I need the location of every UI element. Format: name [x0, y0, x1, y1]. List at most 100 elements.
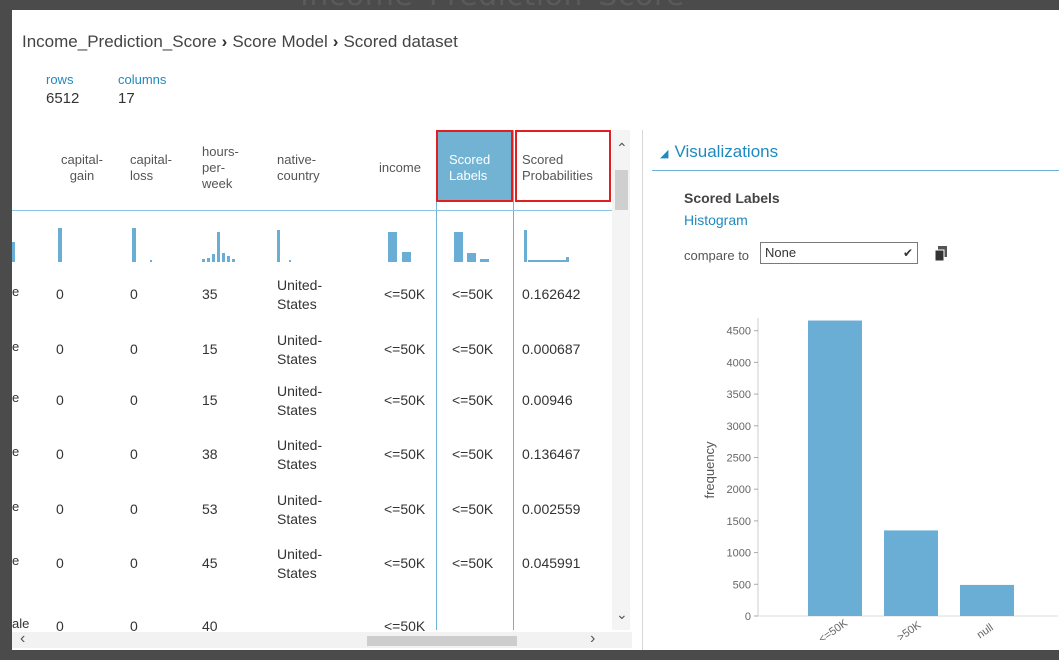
rows-stat: rows 6512 [46, 72, 79, 107]
cell-scored-probabilities: 0.045991 [522, 555, 581, 571]
cell-capital-gain: 0 [56, 555, 64, 571]
cell-hours-per-week: 15 [202, 392, 218, 408]
y-tick-label: 500 [733, 579, 751, 591]
x-tick-label: null [975, 622, 996, 640]
mini-histogram-native-country[interactable] [277, 222, 307, 262]
mini-histogram-hours-per-week[interactable] [202, 222, 247, 262]
mini-histogram-capital-gain[interactable] [58, 222, 78, 262]
breadcrumb-item-module[interactable]: Score Model [232, 32, 327, 51]
data-table: capital- gain capital- loss hours- per- … [12, 130, 632, 648]
y-tick-label: 4000 [727, 357, 751, 369]
cell-scored-labels: <=50K [452, 286, 494, 302]
truncated-cell: e [12, 339, 20, 354]
chart-type-link[interactable]: Histogram [684, 212, 748, 228]
cell-capital-loss: 0 [130, 446, 138, 462]
truncated-cell: e [12, 284, 20, 299]
cell-native-country: United- States [277, 437, 323, 472]
column-header-capital-loss[interactable]: capital- loss [130, 152, 190, 184]
truncated-cell: e [12, 444, 20, 459]
cell-income: <=50K [384, 555, 426, 571]
visualizations-title: Visualizations [674, 142, 779, 161]
column-header-income[interactable]: income [370, 160, 430, 176]
scroll-down-icon[interactable]: ⌄ [616, 606, 628, 623]
scroll-up-icon[interactable]: ⌃ [616, 140, 628, 157]
cell-capital-gain: 0 [56, 341, 64, 357]
breadcrumb: Income_Prediction_Score › Score Model › Scor… [22, 32, 458, 52]
x-tick-label: <=50K [817, 617, 851, 640]
y-tick-label: 1000 [727, 548, 751, 560]
mini-histogram-scored-labels[interactable] [454, 222, 494, 262]
cell-scored-probabilities: 0.000687 [522, 341, 581, 357]
cell-scored-labels: <=50K [452, 555, 494, 571]
column-header-label: hours- per- week [202, 144, 239, 191]
x-tick-label: >50K [895, 619, 924, 640]
column-header-native-country[interactable]: native- country [277, 152, 347, 184]
cell-hours-per-week: 35 [202, 286, 218, 302]
visualized-column-name: Scored Labels [684, 190, 780, 206]
column-header-capital-gain[interactable]: capital- gain [52, 152, 112, 184]
y-tick-label: 2000 [727, 484, 751, 496]
histogram-bar[interactable] [960, 584, 1014, 616]
y-axis-label: frequency [702, 441, 717, 499]
horizontal-scroll-thumb[interactable] [367, 636, 517, 646]
cell-income: <=50K [384, 446, 426, 462]
scroll-right-icon[interactable]: › [590, 630, 595, 648]
visualizations-header[interactable]: ◢ Visualizations [660, 142, 778, 162]
vertical-scroll-thumb[interactable] [615, 170, 628, 210]
y-tick-label: 2500 [727, 452, 751, 464]
panel-divider [642, 130, 643, 650]
collapse-triangle-icon: ◢ [660, 148, 669, 160]
histogram-bar[interactable] [808, 320, 862, 616]
cell-capital-loss: 0 [130, 501, 138, 517]
cell-income: <=50K [384, 341, 426, 357]
cell-income: <=50K [384, 392, 426, 408]
chevron-down-icon: ✔ [902, 246, 913, 260]
cell-hours-per-week: 53 [202, 501, 218, 517]
cell-capital-gain: 0 [56, 501, 64, 517]
copy-icon[interactable] [934, 246, 948, 262]
cell-capital-gain: 0 [56, 286, 64, 302]
mini-histogram-cut[interactable] [12, 222, 26, 262]
cell-hours-per-week: 38 [202, 446, 218, 462]
cell-native-country: United- States [277, 492, 323, 527]
cell-native-country: United- States [277, 277, 323, 312]
column-header-hours-per-week[interactable]: hours- per- week [202, 144, 262, 192]
cell-scored-probabilities: 0.136467 [522, 446, 581, 462]
column-header-label: native- country [277, 152, 320, 183]
scroll-left-icon[interactable]: ‹ [20, 630, 25, 648]
column-header-label: income [379, 160, 421, 175]
y-tick-label: 0 [745, 611, 751, 623]
header-divider [12, 210, 612, 211]
cell-income: <=50K [384, 501, 426, 517]
truncated-cell: e [12, 553, 20, 568]
highlight-box-scored-probabilities [515, 130, 611, 202]
rows-value: 6512 [46, 90, 80, 107]
truncated-cell: e [12, 390, 20, 405]
cell-hours-per-week: 45 [202, 555, 218, 571]
cell-income: <=50K [384, 286, 426, 302]
cell-hours-per-week: 15 [202, 341, 218, 357]
cell-native-country: United- States [277, 383, 323, 418]
histogram-bar[interactable] [884, 530, 938, 616]
breadcrumb-item-experiment[interactable]: Income_Prediction_Score [22, 32, 217, 51]
breadcrumb-item-dataset: Scored dataset [343, 32, 458, 51]
compare-to-value: None [765, 245, 797, 260]
dataset-viewer: Income_Prediction_Score › Score Model › Scor… [12, 10, 1059, 650]
compare-to-select[interactable]: None ✔ [760, 242, 918, 264]
columns-stat: columns 17 [118, 72, 166, 107]
cell-capital-loss: 0 [130, 286, 138, 302]
mini-histogram-capital-loss[interactable] [132, 222, 162, 262]
columns-value: 17 [118, 90, 135, 107]
rows-label: rows [46, 72, 74, 87]
mini-histogram-scored-probabilities[interactable] [524, 222, 574, 262]
mini-histogram-income[interactable] [388, 222, 428, 262]
highlight-box-scored-labels [436, 130, 513, 202]
horizontal-scrollbar[interactable] [12, 632, 632, 648]
cell-native-country: United- States [277, 546, 323, 581]
y-tick-label: 4500 [727, 326, 751, 338]
visualizations-divider [652, 170, 1059, 171]
cell-scored-probabilities: 0.162642 [522, 286, 581, 302]
truncated-cell: ale [12, 616, 30, 631]
cell-capital-loss: 0 [130, 555, 138, 571]
y-tick-label: 3500 [727, 389, 751, 401]
